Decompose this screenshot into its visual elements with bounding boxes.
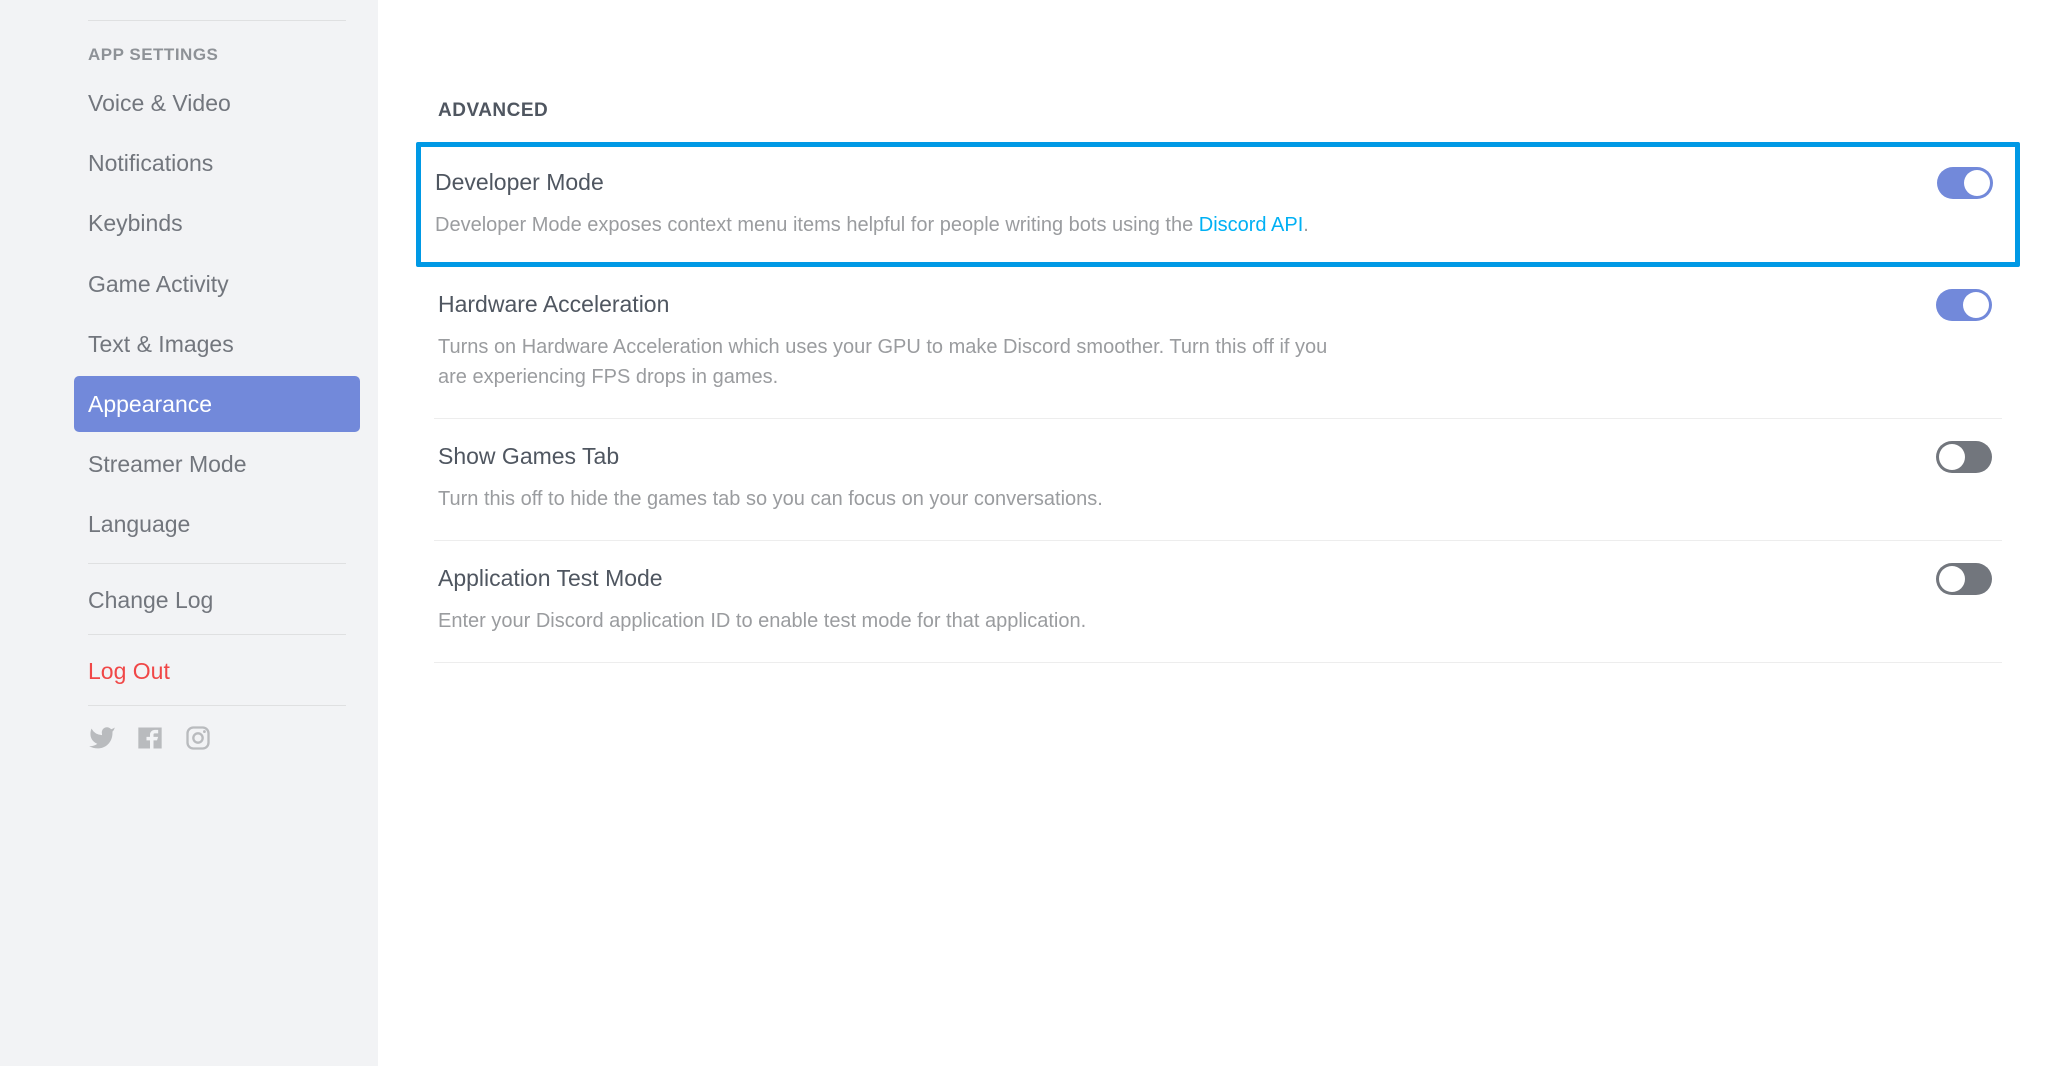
sidebar-item-keybinds[interactable]: Keybinds	[74, 195, 360, 251]
setting-hardware-acceleration: Hardware Acceleration Turns on Hardware …	[434, 267, 2002, 419]
sidebar-item-appearance[interactable]: Appearance	[74, 376, 360, 432]
toggle-developer-mode[interactable]	[1937, 167, 1993, 199]
sidebar-item-streamer-mode[interactable]: Streamer Mode	[74, 436, 360, 492]
sidebar-item-change-log[interactable]: Change Log	[74, 572, 360, 628]
setting-title: Hardware Acceleration	[438, 291, 1998, 318]
sidebar-section-header: APP SETTINGS	[74, 21, 360, 75]
social-links	[74, 706, 360, 757]
setting-desc: Enter your Discord application ID to ena…	[438, 606, 1338, 636]
toggle-knob	[1939, 444, 1965, 470]
sidebar: APP SETTINGS Voice & Video Notifications…	[0, 0, 378, 1066]
setting-desc: Turn this off to hide the games tab so y…	[438, 484, 1338, 514]
toggle-hardware-acceleration[interactable]	[1936, 289, 1992, 321]
setting-title: Application Test Mode	[438, 565, 1998, 592]
divider	[88, 634, 346, 635]
main-content: ADVANCED Developer Mode Developer Mode e…	[378, 0, 2062, 1066]
discord-api-link[interactable]: Discord API	[1199, 214, 1303, 236]
sidebar-item-text-images[interactable]: Text & Images	[74, 316, 360, 372]
toggle-show-games-tab[interactable]	[1936, 441, 1992, 473]
setting-title: Developer Mode	[435, 169, 2001, 196]
facebook-icon[interactable]	[136, 724, 164, 757]
sidebar-item-log-out[interactable]: Log Out	[74, 643, 360, 699]
sidebar-item-voice-video[interactable]: Voice & Video	[74, 75, 360, 131]
setting-desc: Turns on Hardware Acceleration which use…	[438, 332, 1338, 392]
toggle-knob	[1964, 170, 1990, 196]
setting-desc: Developer Mode exposes context menu item…	[435, 210, 1335, 240]
setting-application-test-mode: Application Test Mode Enter your Discord…	[434, 541, 2002, 663]
sidebar-item-game-activity[interactable]: Game Activity	[74, 256, 360, 312]
twitter-icon[interactable]	[88, 724, 116, 757]
setting-title: Show Games Tab	[438, 443, 1998, 470]
desc-text-prefix: Developer Mode exposes context menu item…	[435, 214, 1199, 236]
divider	[88, 563, 346, 564]
sidebar-inner: APP SETTINGS Voice & Video Notifications…	[74, 20, 360, 1046]
sidebar-item-notifications[interactable]: Notifications	[74, 135, 360, 191]
toggle-knob	[1939, 566, 1965, 592]
section-header-advanced: ADVANCED	[434, 100, 2002, 122]
toggle-knob	[1963, 292, 1989, 318]
setting-developer-mode: Developer Mode Developer Mode exposes co…	[416, 142, 2020, 267]
sidebar-item-language[interactable]: Language	[74, 496, 360, 552]
setting-show-games-tab: Show Games Tab Turn this off to hide the…	[434, 419, 2002, 541]
toggle-application-test-mode[interactable]	[1936, 563, 1992, 595]
desc-text-suffix: .	[1303, 214, 1309, 236]
instagram-icon[interactable]	[184, 724, 212, 757]
